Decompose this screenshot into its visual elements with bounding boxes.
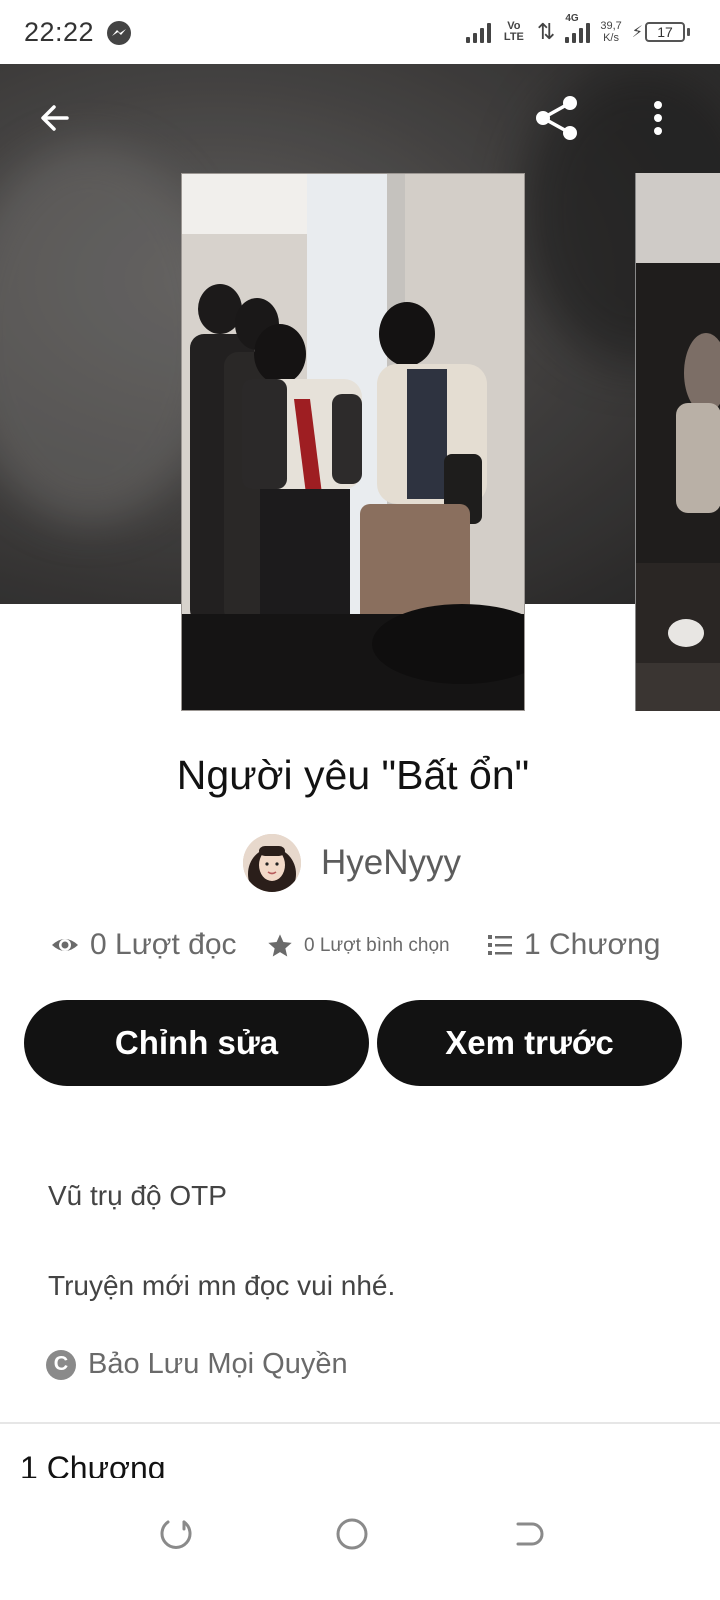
parts-count: 1 Chương [524,928,661,961]
system-back-icon [516,1522,544,1546]
back-button[interactable] [27,90,83,146]
story-title: Người yêu "Bất ổn" [176,752,530,798]
volte-label: Vo LTE [503,20,524,43]
signal-4g-icon: 4G [565,13,591,43]
status-time: 22:22 [24,17,95,47]
more-options-button[interactable] [630,90,686,146]
data-transfer-icon: ⇅ [536,19,556,44]
battery-icon: ⚡ 17 [632,22,690,42]
description-line: Vũ trụ độ OTP [48,1180,227,1211]
reads-count: 0 Lượt đọc [90,928,237,961]
home-button[interactable] [322,1504,382,1564]
signal-icon [465,21,491,43]
4g-label: 4G [565,13,579,24]
reads-stat: 0 Lượt đọc [50,928,237,962]
status-bar: 22:22 Vo LTE ⇅ 4G 39,7 K/s ⚡ 17 [0,0,720,64]
share-icon [536,96,577,140]
star-icon [268,934,292,957]
story-cover[interactable] [181,173,525,711]
votes-count: 0 Lượt bình chọn [304,935,450,956]
speed-value: 39,7 [600,20,622,32]
eye-icon [52,939,78,951]
recents-icon [160,1520,192,1549]
preview-button[interactable]: Xem trước [377,1000,682,1086]
recents-button[interactable] [146,1504,206,1564]
parts-stat: 1 Chương [486,928,661,962]
home-circle-icon [336,1518,368,1550]
battery-level: 17 [645,22,685,42]
list-icon [488,935,512,955]
copyright-text: Bảo Lưu Mọi Quyền [88,1348,348,1380]
avatar-image [243,834,301,892]
description-line: Truyện mới mn đọc vui nhé. [48,1270,396,1301]
messenger-icon [107,21,131,45]
edit-button[interactable]: Chỉnh sửa [24,1000,369,1086]
divider [0,1422,720,1424]
author-name[interactable]: HyeNyyy [321,843,461,883]
more-vertical-icon [654,101,662,135]
charging-icon: ⚡ [631,24,643,41]
system-back-button[interactable] [498,1504,558,1564]
network-speed: 39,7 K/s [600,20,621,44]
speed-unit: K/s [603,32,619,44]
next-story-cover[interactable] [635,173,720,711]
cover-photo [182,174,524,710]
next-cover-photo [636,173,720,711]
system-nav-bar [0,1478,720,1600]
arrow-left-icon [41,105,69,131]
avatar[interactable] [243,834,301,892]
status-icons: Vo LTE ⇅ 4G 39,7 K/s ⚡ 17 [465,13,690,48]
author-link[interactable]: HyeNyyy [243,834,461,892]
copyright-icon: C [46,1349,76,1380]
copyright-notice: C Bảo Lưu Mọi Quyền [46,1348,348,1381]
share-button[interactable] [529,90,585,146]
votes-stat: 0 Lượt bình chọn [266,932,450,960]
story-stats: 0 Lượt đọc 0 Lượt bình chọn 1 Chương [50,928,670,976]
